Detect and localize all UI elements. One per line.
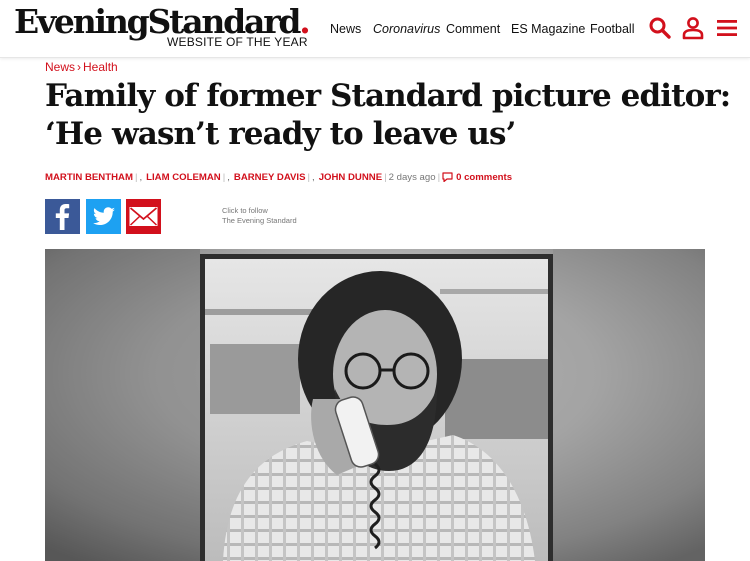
follow-label-line-1: Click to follow (222, 206, 268, 215)
email-share-button[interactable] (126, 199, 161, 234)
headline-line-1: Family of former Standard picture editor… (45, 78, 731, 114)
author-link[interactable]: JOHN DUNNE (319, 172, 382, 183)
byline-divider: | (307, 172, 311, 183)
byline-divider: | (134, 172, 138, 183)
nav-item-news[interactable]: News (330, 20, 361, 38)
comment-icon (442, 172, 453, 183)
byline-comma: , (139, 172, 143, 183)
email-icon (129, 207, 158, 226)
byline-divider: | (384, 172, 387, 183)
byline-divider: | (222, 172, 226, 183)
author-link[interactable]: LIAM COLEMAN (146, 172, 221, 183)
byline-divider: | (437, 172, 441, 183)
byline-comma: , (312, 172, 315, 183)
twitter-share-button[interactable] (86, 199, 121, 234)
breadcrumb-health[interactable]: Health (83, 60, 118, 74)
nav-item-es-magazine[interactable]: ES Magazine (511, 20, 585, 38)
facebook-icon (55, 204, 70, 230)
search-icon[interactable] (648, 16, 672, 45)
account-icon[interactable] (681, 16, 705, 45)
nav-item-coronavirus[interactable]: Coronavirus (373, 20, 440, 38)
breadcrumb: News › Health (45, 59, 118, 75)
headline-line-2: ‘He wasn’t ready to leave us’ (45, 116, 516, 152)
menu-icon[interactable] (715, 16, 739, 45)
author-link[interactable]: BARNEY DAVIS (234, 172, 306, 183)
breadcrumb-separator: › (77, 60, 82, 74)
comments-link[interactable]: 0 comments (442, 172, 512, 183)
nav-item-football[interactable]: Football (590, 20, 634, 38)
comments-count: 0 comments (456, 172, 513, 183)
photo-of-man-on-telephone (45, 249, 705, 561)
facebook-share-button[interactable] (45, 199, 80, 234)
hero-image (45, 249, 705, 561)
twitter-icon (93, 207, 115, 225)
byline: MARTIN BENTHAM |, LIAM COLEMAN |, BARNEY DAV… (45, 170, 512, 186)
site-header: EveningStandard. WEBSITE OF THE YEAR New… (0, 0, 750, 58)
article-headline: Family of former Standard picture editor… (45, 77, 731, 153)
breadcrumb-news[interactable]: News (45, 60, 75, 74)
nav-item-comment[interactable]: Comment (446, 20, 500, 38)
author-link[interactable]: MARTIN BENTHAM (45, 172, 133, 183)
byline-comma: , (227, 172, 230, 183)
follow-button[interactable]: Click to follow The Evening Standard (222, 206, 297, 226)
logo-tagline: WEBSITE OF THE YEAR (167, 35, 308, 49)
follow-label-line-2: The Evening Standard (222, 216, 297, 225)
publish-time: 2 days ago (388, 172, 436, 183)
